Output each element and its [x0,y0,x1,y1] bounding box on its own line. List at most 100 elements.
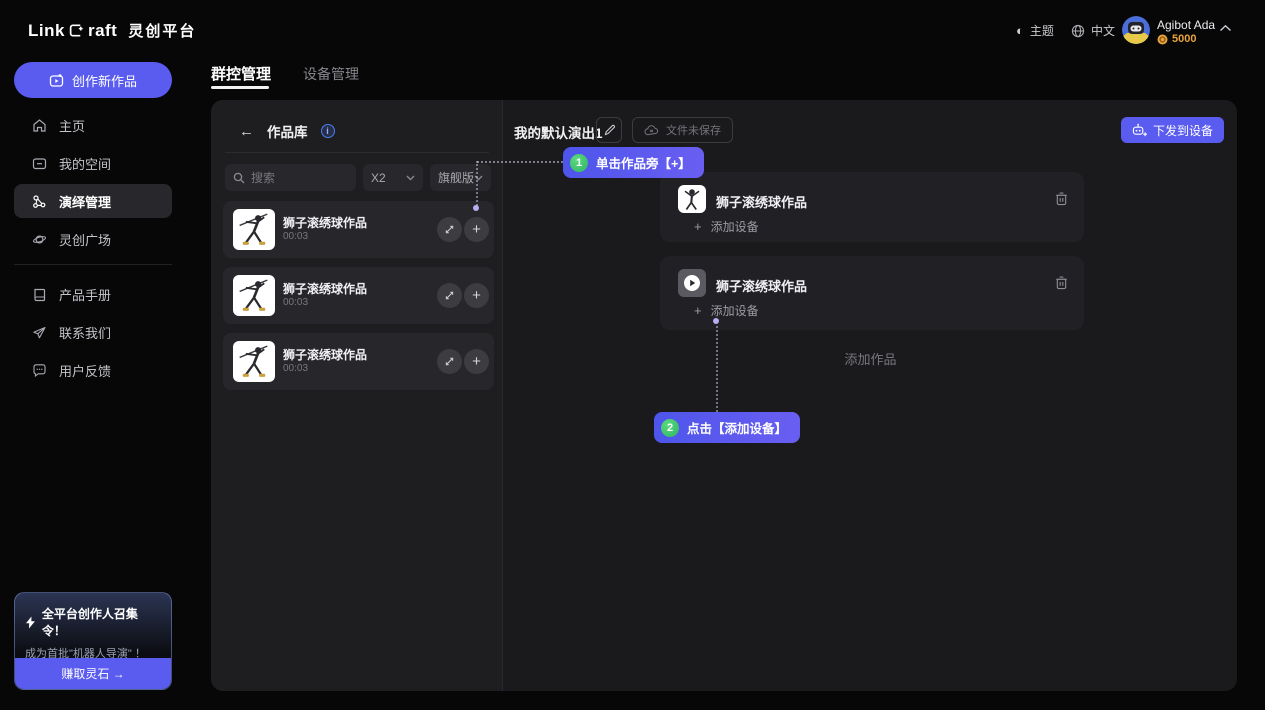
robot-pose-image [233,341,275,382]
work-duration: 00:03 [283,297,308,308]
coin-balance[interactable]: 5000 [1157,33,1196,45]
plus-icon: + [694,220,702,233]
sidebar-item-label: 主页 [59,116,85,135]
app-root: Link raft 灵创平台 ◐ 主题 中文 Agibot Ada [0,0,1265,710]
work-title: 狮子滚绣球作品 [283,280,367,297]
sidebar-item-label: 演绎管理 [59,192,111,211]
cloud-icon [644,125,659,136]
coin-value: 5000 [1172,33,1196,45]
promo-card: 全平台创作人召集令！ 成为首批"机器人导演" ！ 赚取灵石 → [14,592,172,690]
sidebar-divider [14,264,172,265]
sidebar-item-product-manual[interactable]: 产品手册 [14,277,172,311]
theme-toggle[interactable]: ◐ 主题 [1016,22,1054,39]
deploy-label: 下发到设备 [1153,122,1213,139]
folder-icon [32,156,47,171]
play-icon [683,274,701,292]
add-device-button[interactable]: + 添加设备 [694,302,759,319]
edition-dropdown[interactable]: 旗舰版 [430,164,491,191]
speed-value: X2 [371,171,386,185]
brand-cn-text: 灵创平台 [128,20,196,41]
work-thumbnail [233,341,275,382]
add-work-button[interactable]: + [464,283,489,308]
avatar-image [1122,16,1150,44]
sidebar-item-performance-mgmt[interactable]: 演绎管理 [14,184,172,218]
promo-title-row: 全平台创作人召集令！ [25,605,161,639]
add-work-button[interactable]: + [464,349,489,374]
work-duration: 00:03 [283,363,308,374]
tab-group-control[interactable]: 群控管理 [211,63,271,84]
library-header: ← 作品库 i [239,121,335,141]
work-thumbnail-playing[interactable] [678,269,706,297]
theme-label: 主题 [1030,22,1054,39]
info-icon[interactable]: i [321,124,335,138]
sidebar-item-label: 联系我们 [59,323,111,342]
guide-connector-1-endpoint [473,205,479,211]
robot-pose-image [233,209,275,250]
save-status-label: 文件未保存 [666,122,721,138]
preview-expand-button[interactable] [437,283,462,308]
sidebar-item-contact-us[interactable]: 联系我们 [14,315,172,349]
promo-title: 全平台创作人召集令！ [42,605,161,639]
user-avatar[interactable] [1122,16,1150,44]
search-icon [233,172,245,184]
guide-step2-text: 点击【添加设备】 [687,418,787,437]
add-work-hint: 添加作品 [504,349,1237,368]
works-library-panel: ← 作品库 i X2 旗舰版 [211,100,503,691]
stage-work-row[interactable]: 狮子滚绣球作品 + 添加设备 [660,256,1084,330]
robot-pose-image [678,185,706,213]
sidebar-item-label: 灵创广场 [59,230,111,249]
share-nodes-icon [32,194,47,209]
plus-icon: + [694,304,702,317]
create-new-work-button[interactable]: 创作新作品 [14,62,172,98]
delete-work-button[interactable] [1055,275,1068,290]
add-work-button[interactable]: + [464,217,489,242]
expand-icon [444,224,455,235]
paper-plane-icon [32,325,47,340]
video-plus-icon [49,73,64,88]
sidebar-item-label: 我的空间 [59,154,111,173]
library-work-card[interactable]: 狮子滚绣球作品 00:03 + [223,201,494,258]
active-tab-underline [211,86,269,89]
trash-icon [1055,191,1068,206]
rename-button[interactable] [596,117,622,143]
chevron-down-icon [406,175,415,181]
earn-gems-button[interactable]: 赚取灵石 → [15,658,171,689]
create-new-work-label: 创作新作品 [72,71,137,90]
library-search[interactable] [225,164,356,191]
preview-expand-button[interactable] [437,217,462,242]
stage-work-row[interactable]: 狮子滚绣球作品 + 添加设备 [660,172,1084,242]
expand-icon [444,290,455,301]
language-switcher[interactable]: 中文 [1071,22,1115,39]
pencil-icon [603,124,616,137]
sidebar-item-plaza[interactable]: 灵创广场 [14,222,172,256]
delete-work-button[interactable] [1055,191,1068,206]
book-icon [32,287,47,302]
main-panel: ← 作品库 i X2 旗舰版 [211,100,1237,691]
add-device-button[interactable]: + 添加设备 [694,218,759,235]
preview-expand-button[interactable] [437,349,462,374]
work-thumbnail [233,209,275,250]
deploy-to-device-button[interactable]: 下发到设备 [1121,117,1224,143]
library-work-card[interactable]: 狮子滚绣球作品 00:03 + [223,333,494,390]
expand-icon [444,356,455,367]
guide-tooltip-step2: 2 点击【添加设备】 [654,412,800,443]
brand-raft-text: raft [88,21,117,41]
speed-dropdown[interactable]: X2 [363,164,423,191]
guide-connector-2-vertical [716,326,718,412]
sidebar-item-feedback[interactable]: 用户反馈 [14,353,172,387]
back-arrow-icon[interactable]: ← [239,124,254,139]
sidebar-item-home[interactable]: 主页 [14,108,172,142]
tab-device-mgmt[interactable]: 设备管理 [303,64,359,84]
guide-tooltip-step1: 1 单击作品旁【+】 [563,147,704,178]
sidebar-item-label: 用户反馈 [59,361,111,380]
guide-connector-1-horizontal [477,161,563,163]
search-input[interactable] [251,171,348,185]
user-menu-chevron[interactable] [1219,24,1232,32]
brand-logo[interactable]: Link raft 灵创平台 [28,20,196,41]
guide-connector-2-startpoint [713,318,719,324]
user-name: Agibot Ada [1157,18,1215,32]
sidebar-item-my-space[interactable]: 我的空间 [14,146,172,180]
work-title: 狮子滚绣球作品 [283,346,367,363]
edition-value: 旗舰版 [438,169,474,186]
library-work-card[interactable]: 狮子滚绣球作品 00:03 + [223,267,494,324]
